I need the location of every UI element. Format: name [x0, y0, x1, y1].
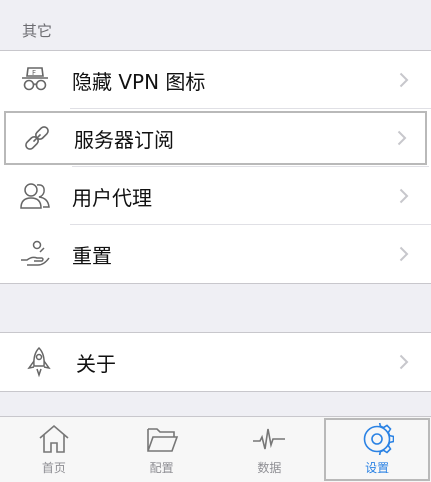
- row-server-subscription[interactable]: 服务器订阅: [2, 109, 429, 167]
- chevron-right-icon: [399, 246, 409, 262]
- chevron-right-icon: [399, 72, 409, 88]
- gear-icon: [363, 423, 395, 455]
- home-icon: [39, 424, 69, 453]
- tab-data[interactable]: 数据: [216, 417, 324, 482]
- row-hide-vpn-icon[interactable]: F 隐藏 VPN 图标: [0, 51, 431, 109]
- row-label: 隐藏 VPN 图标: [72, 69, 206, 94]
- tab-label: 设置: [365, 461, 390, 475]
- row-label: 服务器订阅: [74, 127, 174, 152]
- svg-text:F: F: [32, 69, 36, 77]
- row-reset[interactable]: 重置: [0, 225, 431, 283]
- tab-label: 首页: [41, 461, 66, 475]
- incognito-icon: F: [22, 67, 48, 91]
- row-label: 重置: [72, 243, 112, 268]
- chevron-right-icon: [399, 188, 409, 204]
- tab-label: 配置: [149, 461, 174, 475]
- settings-group-other: F 隐藏 VPN 图标 服务器订阅 用户代理 重置: [0, 50, 431, 284]
- tab-label: 数据: [257, 461, 282, 475]
- row-label: 用户代理: [72, 185, 152, 210]
- tab-config[interactable]: 配置: [108, 417, 216, 482]
- pulse-icon: [253, 428, 286, 450]
- row-user-agent[interactable]: 用户代理: [0, 167, 431, 225]
- tab-bar: 首页 配置 数据 设置: [0, 416, 431, 482]
- folder-icon: [146, 428, 178, 452]
- link-icon: [25, 126, 49, 150]
- tab-settings[interactable]: 设置: [323, 417, 431, 482]
- rocket-icon: [27, 346, 51, 378]
- chevron-right-icon: [397, 130, 407, 146]
- settings-group-about: 关于: [0, 332, 431, 392]
- tab-home[interactable]: 首页: [0, 417, 108, 482]
- chevron-right-icon: [399, 354, 409, 370]
- hand-reset-icon: [21, 240, 50, 266]
- section-header-other: 其它: [22, 22, 53, 40]
- users-icon: [20, 183, 50, 209]
- row-label: 关于: [76, 351, 116, 376]
- row-about[interactable]: 关于: [0, 333, 431, 391]
